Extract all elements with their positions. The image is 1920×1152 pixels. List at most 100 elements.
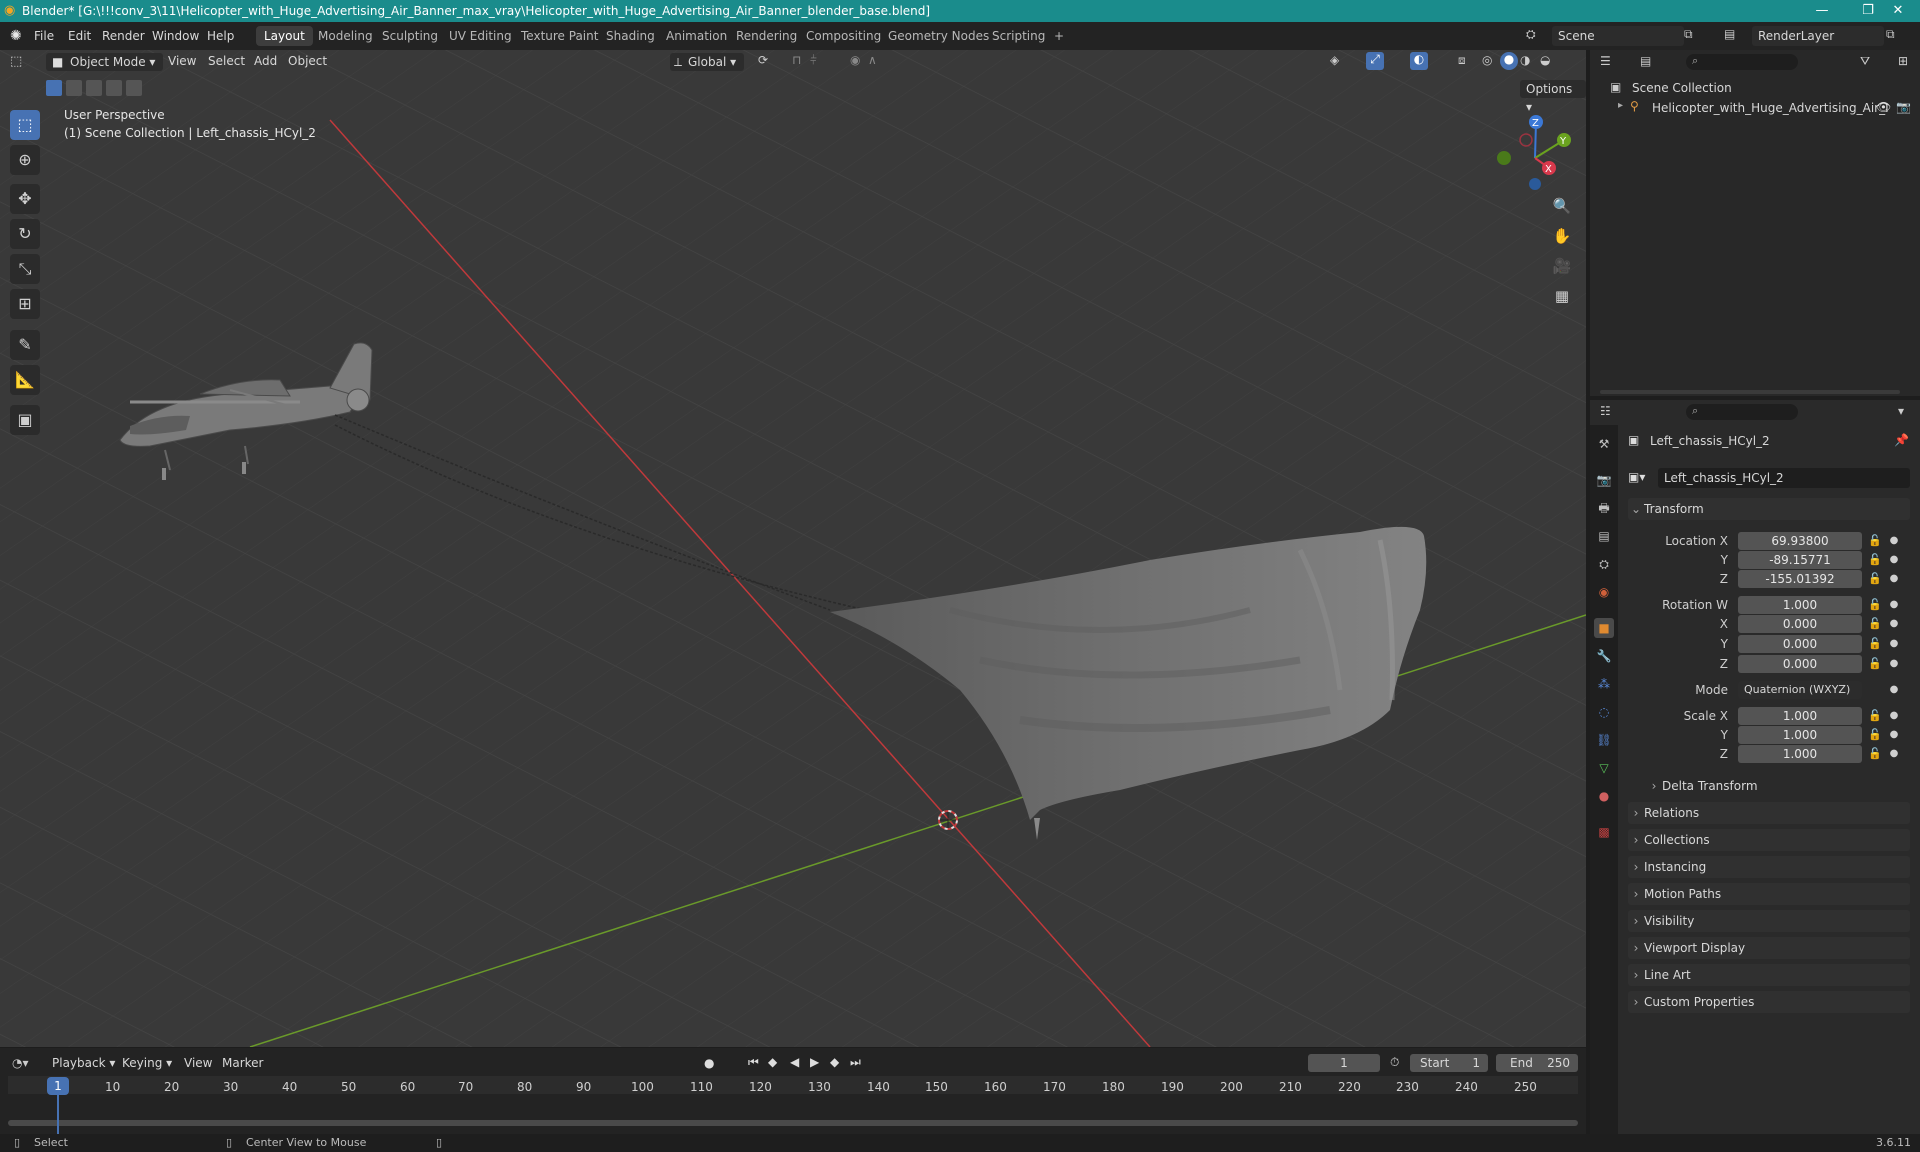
lock-icon[interactable]: 🔓 [1868,570,1882,588]
tool-measure[interactable]: 📐 [10,365,40,395]
new-collection-icon[interactable]: ⊞ [1898,54,1908,68]
keyframe-dot-icon[interactable]: ● [1888,745,1900,763]
tab-texture-paint[interactable]: Texture Paint [513,26,606,46]
menu-edit[interactable]: Edit [68,27,91,45]
tool-transform[interactable]: ⊞ [10,289,40,319]
3d-viewport[interactable]: ⬚ ■ Object Mode ▾ View Select Add Object… [0,50,1586,1047]
properties-options-icon[interactable]: ▾ [1898,404,1904,418]
ortho-toggle-icon[interactable]: ▦ [1548,282,1576,310]
tool-select-box[interactable]: ⬚ [10,110,40,140]
select-box-mode-icon[interactable] [46,80,62,96]
jump-end-icon[interactable]: ⏭ [850,1055,861,1070]
keyframe-dot-icon[interactable]: ● [1888,532,1900,550]
world-tab-icon[interactable]: ◉ [1594,582,1614,602]
tab-layout[interactable]: Layout [256,26,313,46]
pan-view-icon[interactable]: ✋ [1548,222,1576,250]
tool-cursor[interactable]: ⊕ [10,145,40,175]
menu-help[interactable]: Help [207,27,234,45]
render-tab-icon[interactable]: 📷 [1594,470,1614,490]
lock-icon[interactable]: 🔓 [1868,635,1882,653]
properties-editor-icon[interactable]: ☷ [1600,404,1611,418]
visibility-panel-header[interactable]: › Visibility [1628,910,1910,932]
location-x-field[interactable]: 69.93800 [1738,532,1862,550]
output-tab-icon[interactable]: 🖶 [1594,498,1614,518]
navigation-gizmo[interactable]: Z Y X [1490,112,1580,194]
editor-type-icon[interactable]: ⬚ [10,54,22,69]
wireframe-shading-icon[interactable]: ◎ [1482,53,1492,67]
blender-menu-icon[interactable]: ✺ [10,27,22,45]
motion-paths-panel-header[interactable]: › Motion Paths [1628,883,1910,905]
timeline-scrollbar[interactable] [8,1120,1578,1126]
view-layer-tab-icon[interactable]: ▤ [1594,526,1614,546]
xray-toggle-icon[interactable]: ⧈ [1458,53,1466,68]
display-mode-icon[interactable]: ▤ [1640,54,1651,68]
viewport-menu-object[interactable]: Object [288,54,327,68]
snap-target-icon[interactable]: ⫩ [810,53,817,68]
constraints-tab-icon[interactable]: ⛓ [1594,730,1614,750]
visibility-icon[interactable]: ◈ [1330,53,1339,67]
viewport-menu-select[interactable]: Select [208,54,245,68]
lock-icon[interactable]: 🔓 [1868,745,1882,763]
keyframe-dot-icon[interactable]: ● [1888,596,1900,614]
tool-rotate[interactable]: ↻ [10,219,40,249]
new-view-layer-icon[interactable]: ⧉ [1886,27,1895,42]
rotation-z-field[interactable]: 0.000 [1738,655,1862,673]
location-z-field[interactable]: -155.01392 [1738,570,1862,588]
current-frame-field[interactable]: 1 [1308,1054,1380,1072]
instancing-panel-header[interactable]: › Instancing [1628,856,1910,878]
tab-rendering[interactable]: Rendering [728,26,805,46]
collections-panel-header[interactable]: › Collections [1628,829,1910,851]
lock-icon[interactable]: 🔓 [1868,726,1882,744]
tool-annotate[interactable]: ✎ [10,330,40,360]
record-keyframe-icon[interactable]: ● [704,1056,714,1070]
filter-icon[interactable]: ⛛ [1860,54,1870,69]
minimize-button[interactable]: — [1800,0,1844,22]
lock-icon[interactable]: 🔓 [1868,551,1882,569]
keyframe-dot-icon[interactable]: ● [1888,570,1900,588]
properties-search-input[interactable]: ⌕ [1686,404,1798,420]
timeline-menu-playback[interactable]: Playback ▾ [52,1056,115,1070]
zoom-view-icon[interactable]: 🔍 [1548,192,1576,220]
start-frame-field[interactable]: Start 1 [1410,1054,1488,1072]
scale-z-field[interactable]: 1.000 [1738,745,1862,763]
viewport-display-panel-header[interactable]: › Viewport Display [1628,937,1910,959]
render-layer-selector[interactable]: RenderLayer [1752,26,1884,46]
tab-geometry-nodes[interactable]: Geometry Nodes [880,26,997,46]
texture-tab-icon[interactable]: ▩ [1594,822,1614,842]
prev-keyframe-icon[interactable]: ◆ [768,1055,777,1069]
close-button[interactable]: ✕ [1876,0,1920,22]
menu-file[interactable]: File [34,27,54,45]
keyframe-dot-icon[interactable]: ● [1888,551,1900,569]
scene-icon[interactable]: ⛭ [1526,27,1546,45]
object-mode-dropdown[interactable]: ■ Object Mode ▾ [46,53,164,71]
timer-icon[interactable]: ⏱ [1390,1055,1399,1070]
select-invert-icon[interactable] [106,80,122,96]
data-tab-icon[interactable]: ▽ [1594,758,1614,778]
playhead-frame-badge[interactable]: 1 [47,1077,69,1095]
select-extend-icon[interactable] [66,80,82,96]
tab-animation[interactable]: Animation [658,26,735,46]
gizmo-toggle-icon[interactable]: ⤢ [1366,52,1384,70]
tab-compositing[interactable]: Compositing [798,26,889,46]
pivot-point-icon[interactable]: ⟳ [758,53,768,67]
solid-shading-icon[interactable]: ● [1500,52,1518,70]
object-browse-icon[interactable]: ▣▾ [1628,470,1645,484]
delta-transform-subpanel[interactable]: › Delta Transform [1646,776,1910,796]
physics-tab-icon[interactable]: ◌ [1594,702,1614,722]
eye-icon[interactable]: 👁 [1876,100,1891,114]
next-keyframe-icon[interactable]: ◆ [830,1055,839,1069]
viewport-menu-add[interactable]: Add [254,54,277,68]
keyframe-dot-icon[interactable]: ● [1888,681,1900,699]
tool-move[interactable]: ✥ [10,184,40,214]
scale-x-field[interactable]: 1.000 [1738,707,1862,725]
camera-render-icon[interactable]: 📷 [1896,100,1911,114]
overlay-toggle-icon[interactable]: ◐ [1410,52,1428,70]
outliner-scrollbar[interactable] [1600,390,1900,394]
keyframe-dot-icon[interactable]: ● [1888,655,1900,673]
keyframe-dot-icon[interactable]: ● [1888,635,1900,653]
custom-properties-panel-header[interactable]: › Custom Properties [1628,991,1910,1013]
lock-icon[interactable]: 🔓 [1868,596,1882,614]
keyframe-dot-icon[interactable]: ● [1888,726,1900,744]
camera-view-icon[interactable]: 🎥 [1548,252,1576,280]
timeline-menu-marker[interactable]: Marker [222,1056,263,1070]
